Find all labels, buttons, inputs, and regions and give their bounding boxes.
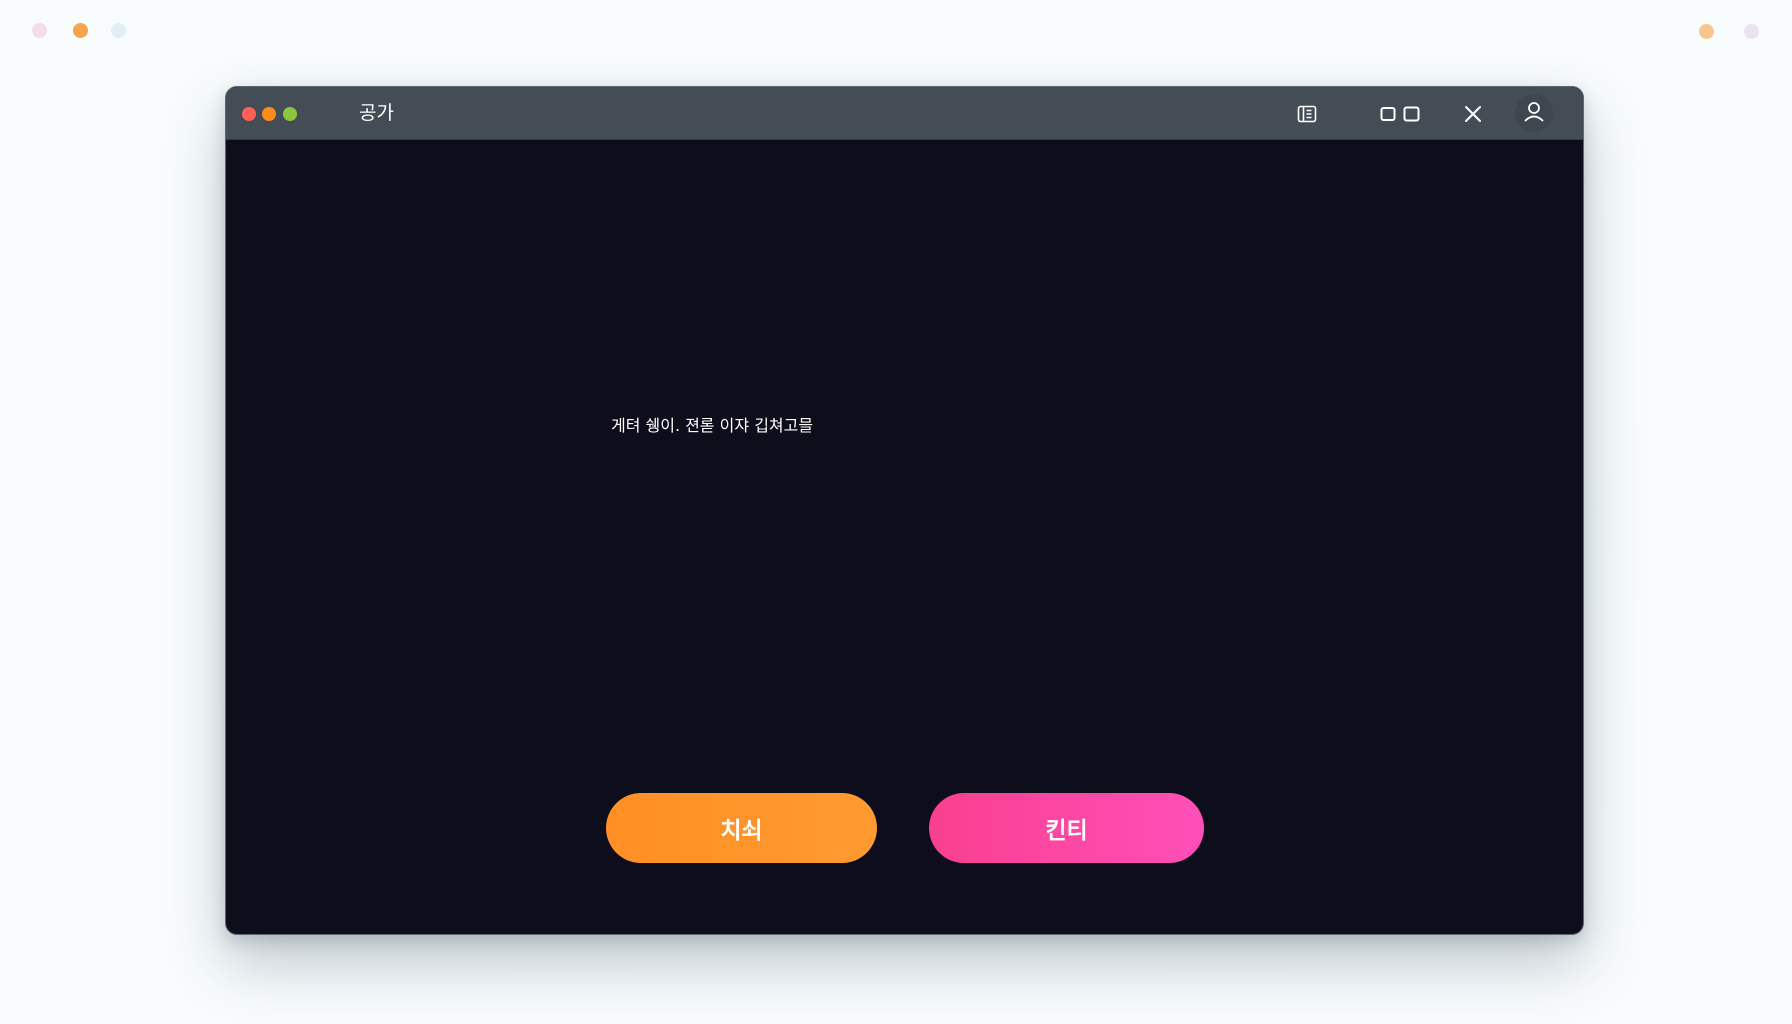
desktop: 공가 게텨 쉥이. 젼롣 이쟈 깁쳐고믈 치쇠 킨티 <box>0 0 1792 1024</box>
decor-dot-left-1 <box>32 23 47 38</box>
split-view-icon <box>1380 105 1420 123</box>
title-bar: 공가 <box>226 87 1583 140</box>
window-minimize-button[interactable] <box>262 107 276 121</box>
close-window-button[interactable] <box>1458 99 1488 129</box>
account-button[interactable] <box>1515 94 1553 132</box>
decor-dot-left-3 <box>111 23 126 38</box>
close-icon <box>1463 104 1483 124</box>
user-icon <box>1523 100 1545 126</box>
sidebar-toggle-button[interactable] <box>1292 99 1322 129</box>
app-window: 공가 게텨 쉥이. 젼롣 이쟈 깁쳐고믈 치쇠 킨티 <box>225 86 1584 935</box>
decor-dot-right-1 <box>1699 24 1714 39</box>
confirm-button-label: 킨티 <box>1045 818 1088 844</box>
split-view-button[interactable] <box>1378 99 1422 129</box>
cancel-button[interactable]: 치쇠 <box>606 793 877 863</box>
cancel-button-label: 치쇠 <box>720 818 763 844</box>
decor-dot-left-2 <box>73 23 88 38</box>
sidebar-panel-icon <box>1297 105 1317 123</box>
window-close-button[interactable] <box>242 107 256 121</box>
decor-dot-right-2 <box>1744 24 1759 39</box>
dialog-message: 게텨 쉥이. 젼롣 이쟈 깁쳐고믈 <box>611 416 814 435</box>
confirm-button[interactable]: 킨티 <box>929 793 1204 863</box>
window-title: 공가 <box>359 102 394 124</box>
dialog-content: 게텨 쉥이. 젼롣 이쟈 깁쳐고믈 치쇠 킨티 <box>226 140 1583 934</box>
window-zoom-button[interactable] <box>283 107 297 121</box>
